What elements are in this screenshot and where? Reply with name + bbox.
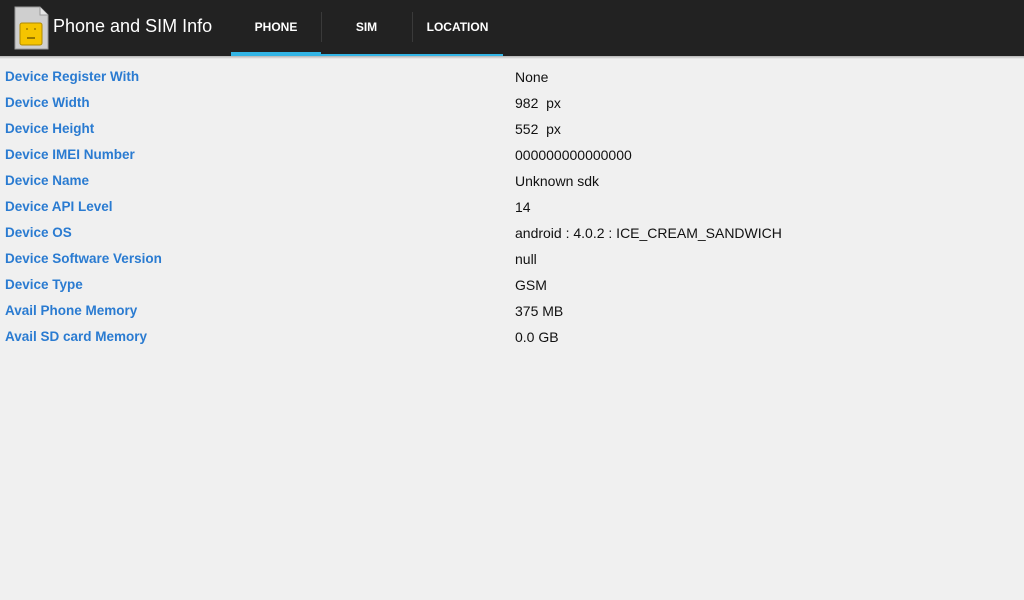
list-item: Avail SD card Memory 0.0 GB	[0, 324, 1024, 350]
row-label: Device Type	[5, 277, 83, 292]
row-value: 552 px	[515, 121, 561, 137]
row-value: 375 MB	[515, 303, 564, 319]
row-value: None	[515, 69, 549, 85]
list-item: Device OS android : 4.0.2 : ICE_CREAM_SA…	[0, 220, 1024, 246]
tab-location[interactable]: LOCATION	[412, 0, 503, 56]
list-item: Device Width 982 px	[0, 90, 1024, 116]
action-bar: Phone and SIM Info PHONE SIM LOCATION	[0, 0, 1024, 56]
row-value: Unknown sdk	[515, 173, 600, 189]
action-bar-shadow	[0, 56, 1024, 59]
row-label: Device IMEI Number	[5, 147, 135, 162]
tab-divider	[412, 12, 413, 42]
sim-card-icon[interactable]	[12, 5, 50, 51]
tab-divider	[321, 12, 322, 42]
list-item: Avail Phone Memory 375 MB	[0, 298, 1024, 324]
row-value: 0.0 GB	[515, 329, 559, 345]
row-label: Avail SD card Memory	[5, 329, 148, 344]
row-label: Device API Level	[5, 199, 113, 214]
row-value: null	[515, 251, 537, 267]
row-label: Avail Phone Memory	[5, 303, 138, 318]
row-value: 982 px	[515, 95, 561, 111]
row-value: android : 4.0.2 : ICE_CREAM_SANDWICH	[515, 225, 782, 241]
list-item: Device Register With None	[0, 64, 1024, 90]
row-label: Device Register With	[5, 69, 140, 84]
row-label: Device OS	[5, 225, 72, 240]
row-label: Device Name	[5, 173, 90, 188]
row-value: 000000000000000	[515, 147, 632, 163]
list-item: Device Software Version null	[0, 246, 1024, 272]
row-label: Device Width	[5, 95, 90, 110]
list-item: Device API Level 14	[0, 194, 1024, 220]
tab-bar: PHONE SIM LOCATION	[231, 0, 503, 56]
tab-sim-label: SIM	[355, 20, 378, 34]
row-label: Device Software Version	[5, 251, 162, 266]
app-title: Phone and SIM Info	[53, 16, 213, 36]
tab-phone-label: PHONE	[254, 20, 298, 34]
list-item: Device Type GSM	[0, 272, 1024, 298]
tab-phone[interactable]: PHONE	[231, 0, 321, 56]
list-item: Device Height 552 px	[0, 116, 1024, 142]
list-item: Device Name Unknown sdk	[0, 168, 1024, 194]
tab-sim[interactable]: SIM	[321, 0, 412, 56]
row-label: Device Height	[5, 121, 95, 136]
list-item: Device IMEI Number 000000000000000	[0, 142, 1024, 168]
tab-location-label: LOCATION	[426, 20, 489, 34]
info-list: Device Register With None Device Width 9…	[0, 64, 1024, 350]
row-value: GSM	[515, 277, 547, 293]
row-value: 14	[515, 199, 531, 215]
